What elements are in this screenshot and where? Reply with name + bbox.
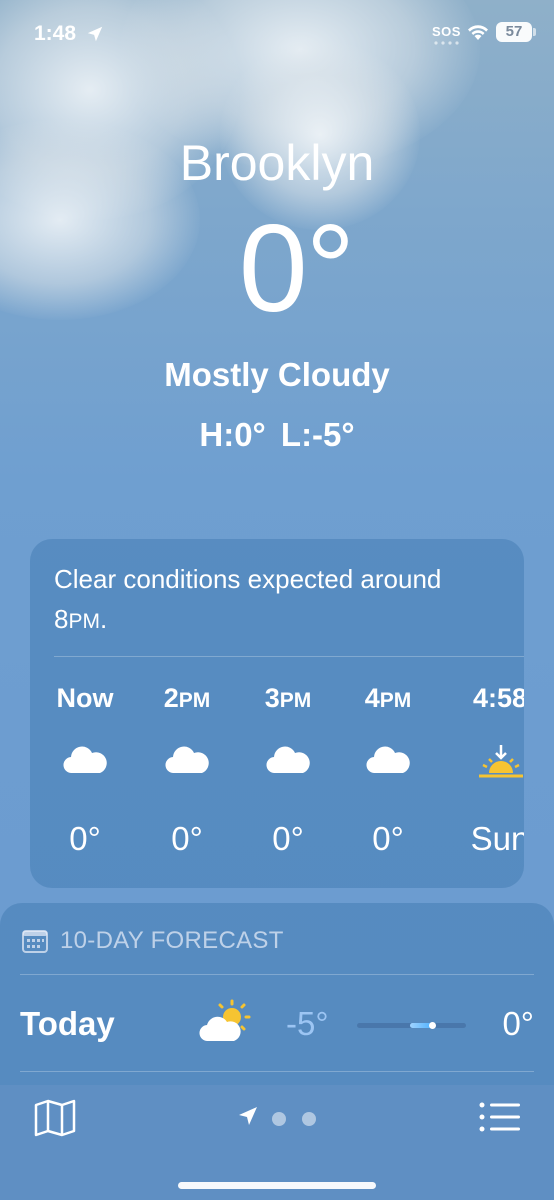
cloud-icon bbox=[266, 746, 310, 774]
hour-temperature: 0° bbox=[272, 820, 304, 857]
hour-column-4pm: 4PM 0° bbox=[338, 679, 438, 858]
cloud-icon bbox=[165, 746, 209, 774]
sos-indicator: SOS bbox=[432, 24, 461, 39]
current-temperature-dot bbox=[429, 1022, 437, 1029]
cloud-icon bbox=[366, 746, 410, 774]
city-name: Brooklyn bbox=[179, 135, 375, 191]
day-row-divider bbox=[20, 1071, 534, 1072]
summary-text: Clear conditions expected around 8 bbox=[54, 564, 442, 634]
weather-condition: Mostly Cloudy bbox=[164, 356, 390, 393]
hour-label: 2PM bbox=[163, 683, 211, 713]
sunset-icon bbox=[479, 745, 523, 778]
map-icon[interactable] bbox=[34, 1099, 76, 1137]
hour-label: 4PM bbox=[364, 683, 412, 713]
hour-temperature: 0° bbox=[171, 820, 203, 857]
bottom-toolbar bbox=[0, 1085, 554, 1200]
summary-pm: PM bbox=[68, 610, 100, 633]
day-row-today[interactable]: Today -5° 0° bbox=[0, 995, 554, 1055]
hourly-summary: Clear conditions expected around 8PM. bbox=[54, 559, 494, 642]
ten-day-forecast-card[interactable]: 10-DAY FORECAST Today -5° 0° bbox=[0, 903, 554, 1103]
calendar-icon bbox=[22, 930, 48, 953]
page-indicator-dot[interactable] bbox=[302, 1112, 316, 1126]
partly-cloudy-icon bbox=[199, 999, 251, 1042]
hour-column-sunset: 4:58 Sun bbox=[450, 679, 524, 858]
status-bar: 1:48 SOS 57 bbox=[0, 0, 554, 64]
temperature-range-bar bbox=[357, 1022, 466, 1029]
day-low-temp: -5° bbox=[286, 1005, 329, 1042]
high-low-temperature: H:0° L:-5° bbox=[199, 416, 355, 453]
hour-label: 4:58 bbox=[472, 683, 524, 713]
hour-label: Now bbox=[56, 683, 114, 713]
wifi-icon bbox=[468, 25, 488, 40]
location-arrow-icon bbox=[87, 26, 103, 42]
hour-temperature: Sun bbox=[470, 820, 524, 857]
current-temperature: 0° bbox=[238, 200, 356, 338]
signal-dots-icon bbox=[434, 41, 459, 45]
hour-temperature: 0° bbox=[69, 820, 101, 857]
summary-end: . bbox=[99, 604, 108, 634]
battery-indicator: 57 bbox=[496, 22, 532, 42]
hour-temperature: 0° bbox=[372, 820, 404, 857]
hour-column-3pm: 3PM 0° bbox=[238, 679, 338, 858]
cloud-icon bbox=[63, 746, 107, 774]
hourly-divider bbox=[54, 656, 524, 657]
hour-column-now: Now 0° bbox=[35, 679, 135, 858]
hourly-forecast-card[interactable]: Clear conditions expected around 8PM. No… bbox=[30, 539, 524, 888]
day-high-temp: 0° bbox=[502, 1005, 534, 1042]
ten-day-header: 10-DAY FORECAST bbox=[22, 925, 284, 957]
location-arrow-icon[interactable] bbox=[237, 1105, 259, 1127]
hour-label: 3PM bbox=[264, 683, 312, 713]
home-indicator[interactable] bbox=[178, 1182, 376, 1189]
page-indicator-dot[interactable] bbox=[272, 1112, 286, 1126]
ten-day-divider bbox=[20, 974, 534, 975]
ten-day-title: 10-DAY FORECAST bbox=[60, 927, 284, 954]
battery-tip bbox=[533, 28, 536, 36]
day-name: Today bbox=[20, 1005, 115, 1042]
list-icon[interactable] bbox=[478, 1099, 522, 1135]
hour-column-2pm: 2PM 0° bbox=[137, 679, 237, 858]
status-time: 1:48 bbox=[34, 22, 77, 45]
